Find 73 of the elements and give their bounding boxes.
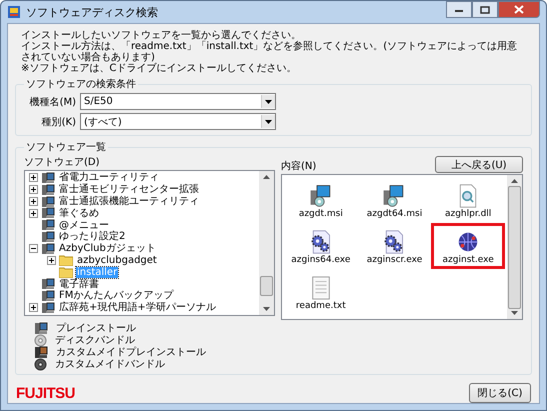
down-arrow-icon[interactable] [511,311,518,315]
tree-item[interactable]: 広辞苑+現代用語+学研パーソナル [58,302,217,314]
tree-item[interactable]: FMかんたんバックアップ [58,290,174,302]
tree-item[interactable]: 電子辞書 [58,278,100,290]
computer-icon [34,346,48,358]
dropdown-field[interactable]: S/E50 [80,93,276,110]
disc-icon [34,358,47,370]
fujitsu-logo: FUJITSU [16,384,76,402]
computer-icon [41,184,55,196]
up-button[interactable]: 上へ戻る(U) [435,156,523,173]
folder-icon [59,254,73,266]
scrollbar[interactable] [507,175,522,319]
legend-label: カスタムメイドバンドル [55,358,165,371]
scroll-thumb[interactable] [508,186,521,310]
app-icon [7,5,21,19]
computer-icon [41,219,55,232]
file-name[interactable]: azginscr.exe [366,255,422,265]
file-name[interactable]: azginst.exe [442,255,494,265]
close-button[interactable]: 閉じる(C) [469,383,531,403]
minimize-button[interactable] [446,1,472,18]
field-label: 機種名(M) [28,96,76,108]
legend-label: プレインストール [56,322,136,335]
instruction-text: インストール方法は、「readme.txt」「install.txt」などを参照してください。(ソフトウェアによっては用意されていない場合もあります) [21,41,518,63]
dropdown-field[interactable]: (すべて) [80,113,276,130]
scroll-thumb[interactable] [260,276,273,296]
tree-item[interactable]: 富士通拡張機能ユーティリティ [58,196,200,207]
tree-item[interactable]: 省電力ユーティリティ [58,172,160,184]
close-icon[interactable] [498,1,540,18]
maximize-button[interactable] [472,1,498,18]
contents-label: 内容(N) [281,160,316,174]
instruction-text: ※ソフトウェアは、Cドライブにインストールしてください。 [21,63,298,74]
file-name[interactable]: azgdt.msi [298,209,343,219]
folder-icon [59,266,73,278]
window-title: ソフトウェアディスク検索 [26,4,158,20]
file-name[interactable]: azghlpr.dll [444,209,492,219]
legend-label: ディスクバンドル [55,334,135,346]
plus-icon[interactable] [29,208,38,218]
computer-icon [41,242,55,255]
computer-icon [34,322,48,334]
instruction-text: インストールしたいソフトウェアを一覧から選んでください。 [21,30,301,41]
tree-item[interactable]: AzbyClubガジェット [58,243,157,254]
computer-icon [41,196,55,208]
group-title: ソフトウェアの検索条件 [25,78,137,91]
plus-icon[interactable] [29,196,38,206]
tree-item[interactable]: azbyclubgadget [76,254,158,266]
legend-label: カスタムメイドプレインストール [56,346,206,359]
tree-item[interactable]: 富士通モビリティセンター拡張 [58,184,200,196]
computer-icon [41,290,55,302]
maximize-icon [480,6,490,14]
file-name[interactable]: azgdt64.msi [366,209,422,219]
plus-icon[interactable] [29,185,38,194]
up-arrow-icon[interactable] [263,175,270,179]
tree-item[interactable]: ゆったり設定2 [58,231,126,242]
tree-item[interactable]: 筆ぐるめ [58,208,100,219]
scrollbar[interactable] [259,171,274,315]
minus-icon[interactable] [29,244,38,254]
tree-item[interactable]: @メニュー [58,220,110,231]
plus-icon[interactable] [29,173,38,182]
computer-icon [41,278,55,290]
group-title: ソフトウェア一覧 [25,141,107,154]
file-name[interactable]: readme.txt [296,301,346,311]
caret-icon [265,100,272,104]
plus-icon[interactable] [47,256,56,265]
field-label: 種別(K) [40,116,76,128]
caret-icon [265,120,272,124]
up-arrow-icon[interactable] [511,179,518,183]
computer-icon [41,207,55,220]
file-name[interactable]: azgins64.exe [291,255,350,265]
computer-icon [41,230,55,243]
down-arrow-icon[interactable] [263,307,270,311]
disc-icon [34,334,47,346]
plus-icon[interactable] [29,303,38,312]
tree-label: ソフトウェア(D) [24,156,101,170]
